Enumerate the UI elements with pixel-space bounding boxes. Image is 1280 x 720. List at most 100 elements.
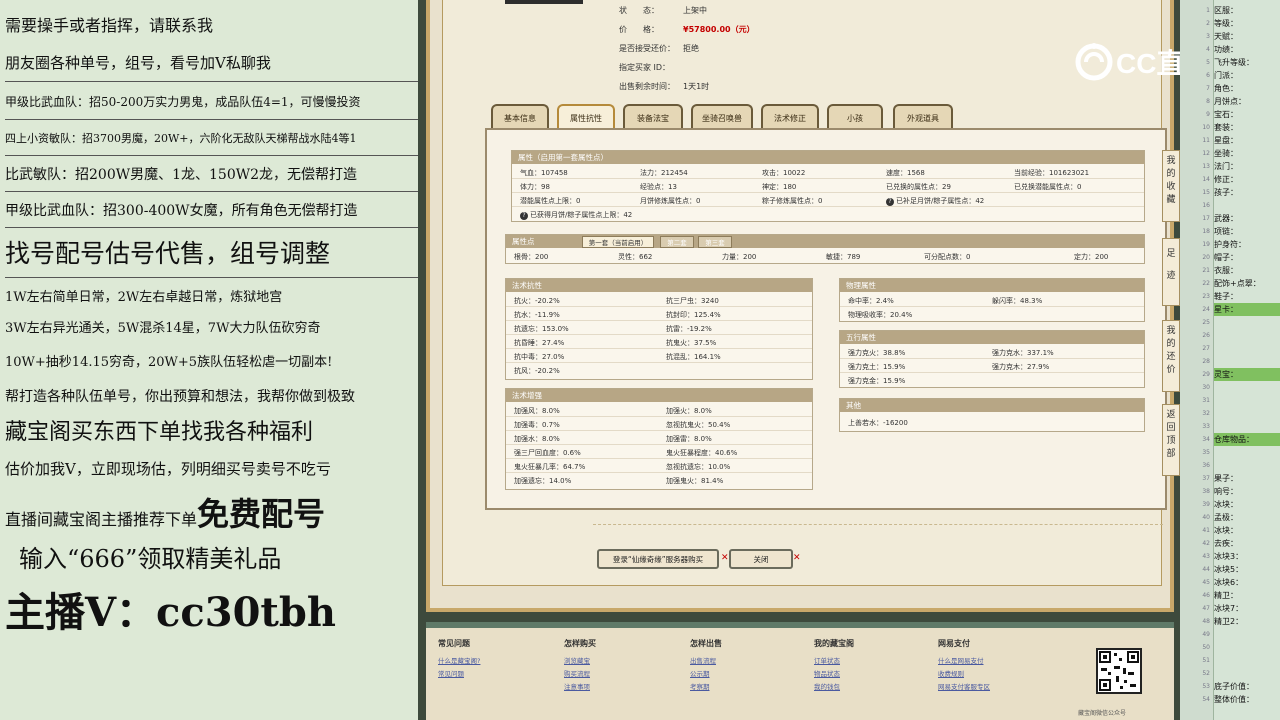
note-row[interactable]: 衣服：	[1214, 264, 1280, 277]
note-row[interactable]: 底子价值：	[1214, 680, 1280, 693]
subtab-set-3[interactable]: 第三套	[698, 236, 732, 248]
footer-link[interactable]: 注意事项	[564, 681, 596, 694]
close-x-icon: ✕	[793, 553, 801, 563]
note-row[interactable]: 武器：	[1214, 212, 1280, 225]
note-row[interactable]	[1214, 459, 1280, 472]
note-row[interactable]: 鞋子：	[1214, 290, 1280, 303]
note-row[interactable]	[1214, 342, 1280, 355]
note-row[interactable]: 星卡：	[1214, 303, 1280, 316]
note-row[interactable]: 孟极：	[1214, 511, 1280, 524]
other-section: 其他 上善若水：-16200	[839, 398, 1145, 432]
tab-spell-correction[interactable]: 法术修正	[761, 104, 819, 128]
subtab-set-2[interactable]: 第二套	[660, 236, 694, 248]
note-row[interactable]: 仓库物品：	[1214, 433, 1280, 446]
tab-appearance[interactable]: 外观道具	[893, 104, 953, 128]
note-row[interactable]	[1214, 667, 1280, 680]
note-row[interactable]	[1214, 628, 1280, 641]
footer-link[interactable]: 什么是藏宝阁?	[438, 655, 480, 668]
line-number: 16	[1202, 202, 1210, 209]
note-row[interactable]	[1214, 329, 1280, 342]
line-number: 47	[1202, 605, 1210, 612]
tab-children[interactable]: 小孩	[827, 104, 883, 128]
note-row[interactable]: 修正：	[1214, 173, 1280, 186]
status-value: 上架中	[683, 6, 707, 15]
note-row[interactable]: 等级：	[1214, 17, 1280, 30]
footer-link[interactable]: 购买流程	[564, 668, 596, 681]
footer-link[interactable]: 网易支付客服专区	[938, 681, 990, 694]
note-row[interactable]: 冰块6：	[1214, 576, 1280, 589]
side-tab-back-to-top[interactable]: 返回顶部	[1162, 404, 1180, 476]
login-server-buy-button[interactable]: 登录“仙缘奇缘”服务器购买	[597, 549, 719, 569]
footer-link[interactable]: 浏览藏宝	[564, 655, 596, 668]
note-row[interactable]: 坐骑：	[1214, 147, 1280, 160]
footer-link[interactable]: 订单状态	[814, 655, 854, 668]
other-title: 其他	[840, 399, 1144, 412]
point-cell: 灵性：662	[618, 253, 653, 261]
note-row[interactable]: 星盘：	[1214, 134, 1280, 147]
note-row[interactable]: 响号：	[1214, 485, 1280, 498]
note-row[interactable]	[1214, 394, 1280, 407]
note-row[interactable]: 天赋：	[1214, 30, 1280, 43]
note-row[interactable]: 灵宝：	[1214, 368, 1280, 381]
note-row[interactable]: 果子：	[1214, 472, 1280, 485]
note-row[interactable]	[1214, 641, 1280, 654]
note-row[interactable]	[1214, 199, 1280, 212]
note-row[interactable]: 配饰+点翠：	[1214, 277, 1280, 290]
note-row[interactable]: 法门：	[1214, 160, 1280, 173]
tab-attributes[interactable]: 属性抗性	[557, 104, 615, 128]
line-number: 3	[1206, 33, 1210, 40]
footer-col-faq: 常见问题 什么是藏宝阁? 常见问题	[438, 638, 480, 681]
note-row[interactable]: 去疾：	[1214, 537, 1280, 550]
note-row[interactable]: 套装：	[1214, 121, 1280, 134]
footer-link[interactable]: 考察期	[690, 681, 722, 694]
footer-link[interactable]: 什么是网易支付	[938, 655, 990, 668]
note-row[interactable]: 精卫：	[1214, 589, 1280, 602]
boost-cell: 加强雷：8.0%	[666, 435, 712, 443]
note-row[interactable]: 冰块：	[1214, 498, 1280, 511]
note-row[interactable]: 孩子：	[1214, 186, 1280, 199]
note-row[interactable]: 冰块7：	[1214, 602, 1280, 615]
close-button[interactable]: 关闭	[729, 549, 793, 569]
note-row[interactable]	[1214, 420, 1280, 433]
note-row[interactable]	[1214, 654, 1280, 667]
note-row[interactable]: 飞升等级：	[1214, 56, 1280, 69]
footer-link[interactable]: 收费规则	[938, 668, 990, 681]
note-row[interactable]: 精卫2：	[1214, 615, 1280, 628]
footer-link[interactable]: 我的钱包	[814, 681, 854, 694]
side-tab-footprints[interactable]: 足迹	[1162, 238, 1180, 306]
tab-basic-info[interactable]: 基本信息	[491, 104, 549, 128]
side-tab-favorites[interactable]: 我的收藏	[1162, 150, 1180, 222]
note-row[interactable]: 冰块3：	[1214, 550, 1280, 563]
tab-mounts-pets[interactable]: 坐骑召唤兽	[691, 104, 753, 128]
note-row[interactable]: 项链：	[1214, 225, 1280, 238]
note-row[interactable]: 冰块5：	[1214, 563, 1280, 576]
side-tab-my-bargains[interactable]: 我的还价	[1162, 320, 1180, 392]
note-row[interactable]: 宝石：	[1214, 108, 1280, 121]
item-thumbnail	[505, 0, 583, 4]
attr-cell: 已兑换潜能属性点：0	[1014, 183, 1082, 191]
help-icon[interactable]: ?	[886, 198, 894, 206]
note-row[interactable]: 角色：	[1214, 82, 1280, 95]
footer-link[interactable]: 物品状态	[814, 668, 854, 681]
note-row[interactable]: 冰块：	[1214, 524, 1280, 537]
note-row[interactable]: 帽子：	[1214, 251, 1280, 264]
subtab-set-1[interactable]: 第一套（当前启用）	[582, 236, 654, 248]
tab-equipment[interactable]: 装备法宝	[623, 104, 683, 128]
note-line: 输入“666”领取精美礼品	[19, 545, 282, 573]
help-icon[interactable]: ?	[520, 212, 528, 220]
note-row[interactable]: 月饼点：	[1214, 95, 1280, 108]
footer-link[interactable]: 常见问题	[438, 668, 480, 681]
note-row[interactable]	[1214, 316, 1280, 329]
note-row[interactable]: 护身符：	[1214, 238, 1280, 251]
note-row[interactable]	[1214, 355, 1280, 368]
footer-link[interactable]: 公示期	[690, 668, 722, 681]
footer-link[interactable]: 出售流程	[690, 655, 722, 668]
note-row[interactable]: 门派：	[1214, 69, 1280, 82]
note-row[interactable]: 功绩：	[1214, 43, 1280, 56]
note-row[interactable]: 整体价值：	[1214, 693, 1280, 706]
note-row[interactable]	[1214, 407, 1280, 420]
note-row[interactable]	[1214, 446, 1280, 459]
note-row[interactable]: 区服：	[1214, 4, 1280, 17]
line-number: 39	[1202, 501, 1210, 508]
note-row[interactable]	[1214, 381, 1280, 394]
